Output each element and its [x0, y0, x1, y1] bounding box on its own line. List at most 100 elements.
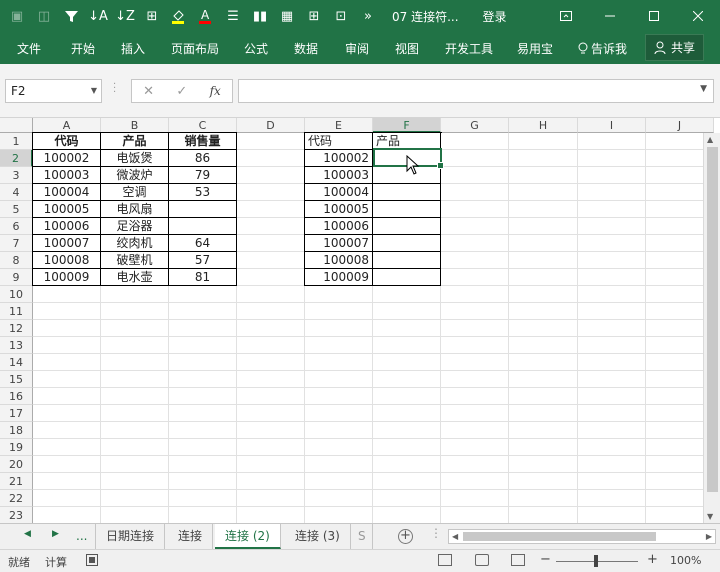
page-break-view-icon[interactable] [511, 554, 525, 566]
row-header[interactable]: 23 [0, 507, 33, 523]
scroll-left-icon[interactable]: ◀ [452, 530, 458, 543]
tab-insert[interactable]: 插入 [121, 40, 145, 57]
macro-record-icon[interactable] [86, 554, 98, 569]
row-header[interactable]: 1 [0, 133, 33, 150]
tell-me-box[interactable]: 告诉我 [578, 40, 627, 57]
table-cell[interactable]: 100004 [305, 184, 373, 201]
column-header-b[interactable]: B [101, 118, 169, 133]
close-icon[interactable] [676, 0, 720, 32]
scroll-right-icon[interactable]: ▶ [706, 530, 712, 543]
column-header-d[interactable]: D [237, 118, 305, 133]
tab-developer[interactable]: 开发工具 [445, 40, 493, 57]
sheet-tab-truncated[interactable]: S [352, 524, 373, 549]
table-cell[interactable] [169, 201, 237, 218]
save-icon[interactable]: ▣ [7, 6, 27, 26]
column-header-e[interactable]: E [305, 118, 373, 133]
table-cell[interactable]: 100005 [305, 201, 373, 218]
tab-review[interactable]: 审阅 [345, 40, 369, 57]
sort-descending-icon[interactable]: ↓Z [115, 6, 135, 26]
select-all-corner[interactable] [0, 118, 33, 133]
row-header[interactable]: 15 [0, 371, 33, 388]
table-cell[interactable]: 100003 [305, 167, 373, 184]
table-cell[interactable]: 100007 [33, 235, 101, 252]
column-header-i[interactable]: I [578, 118, 646, 133]
zoom-level[interactable]: 100% [670, 554, 701, 567]
add-sheet-icon[interactable]: + [398, 529, 413, 544]
tab-ellipsis[interactable]: ... [68, 524, 97, 549]
row-header[interactable]: 10 [0, 286, 33, 303]
row-header[interactable]: 11 [0, 303, 33, 320]
minimize-icon[interactable] [588, 0, 632, 32]
table-header-cell[interactable]: 销售量 [169, 133, 237, 150]
table-cell[interactable]: 电饭煲 [101, 150, 169, 167]
font-color-icon[interactable]: A [196, 6, 216, 26]
merge-cells-icon[interactable]: ▦ [277, 6, 297, 26]
wrap-text-icon[interactable]: ⊡ [331, 6, 351, 26]
table-cell[interactable]: 空调 [101, 184, 169, 201]
table-cell[interactable]: 100009 [305, 269, 373, 286]
share-button[interactable]: 共享 [644, 34, 704, 61]
table-cell[interactable]: 微波炉 [101, 167, 169, 184]
undo-icon[interactable]: ◫ [34, 6, 54, 26]
drag-handle-icon[interactable]: · · · [113, 80, 116, 98]
scroll-down-icon[interactable]: ▼ [707, 512, 713, 521]
row-header[interactable]: 21 [0, 473, 33, 490]
table-header-cell[interactable]: 代码 [33, 133, 101, 150]
maximize-icon[interactable] [632, 0, 676, 32]
sheet-tab-join-3[interactable]: 连接 (3) [285, 524, 351, 549]
table-cell[interactable]: 100002 [33, 150, 101, 167]
chevron-down-icon[interactable]: ▼ [91, 80, 97, 102]
table-cell[interactable]: 100004 [33, 184, 101, 201]
normal-view-icon[interactable] [438, 554, 452, 566]
table-cell[interactable]: 100009 [33, 269, 101, 286]
format-painter-icon[interactable]: ☰ [223, 6, 243, 26]
tab-file[interactable]: 文件 [17, 40, 41, 57]
name-box[interactable]: F2 ▼ [5, 79, 102, 103]
horizontal-scrollbar[interactable]: ◀ ▶ [448, 529, 716, 544]
row-header[interactable]: 14 [0, 354, 33, 371]
status-calculate[interactable]: 计算 [45, 554, 67, 570]
row-header[interactable]: 13 [0, 337, 33, 354]
tab-page-layout[interactable]: 页面布局 [171, 40, 219, 57]
tab-data[interactable]: 数据 [294, 40, 318, 57]
row-header[interactable]: 16 [0, 388, 33, 405]
row-header[interactable]: 19 [0, 439, 33, 456]
table-cell[interactable]: 电水壶 [101, 269, 169, 286]
fill-color-icon[interactable] [169, 6, 189, 26]
table-cell[interactable]: 100006 [305, 218, 373, 235]
row-header[interactable]: 4 [0, 184, 33, 201]
table-header-cell[interactable]: 代码 [305, 133, 373, 150]
row-header[interactable]: 8 [0, 252, 33, 269]
table-cell[interactable]: 100007 [305, 235, 373, 252]
tab-home[interactable]: 开始 [71, 40, 95, 57]
sort-ascending-icon[interactable]: ↓A [88, 6, 108, 26]
column-header-h[interactable]: H [509, 118, 578, 133]
zoom-slider-thumb[interactable] [594, 555, 598, 567]
align-icon[interactable]: ▮▮ [250, 6, 270, 26]
login-link[interactable]: 登录 [483, 8, 507, 25]
row-header[interactable]: 9 [0, 269, 33, 286]
page-layout-view-icon[interactable] [475, 554, 489, 566]
table-header-cell[interactable]: 产品 [101, 133, 169, 150]
table-cell[interactable]: 86 [169, 150, 237, 167]
grid-icon[interactable]: ⊞ [304, 6, 324, 26]
table-cell[interactable] [169, 218, 237, 235]
table-cell[interactable]: 100008 [305, 252, 373, 269]
sheet-tab-date-join[interactable]: 日期连接 [96, 524, 166, 549]
table-cell[interactable]: 100002 [305, 150, 373, 167]
column-header-a[interactable]: A [33, 118, 101, 133]
worksheet-grid[interactable]: ABCDEFGHIJ 1 2 3 4 5 6 7 8 9 10 11 12 13 14 15 16 17 18 19… [0, 118, 720, 523]
row-header[interactable]: 2 [0, 150, 33, 167]
table-cell[interactable]: 足浴器 [101, 218, 169, 235]
table-cell[interactable]: 64 [169, 235, 237, 252]
insert-function-button[interactable]: fx [210, 84, 221, 98]
row-header[interactable]: 7 [0, 235, 33, 252]
table-cell[interactable]: 100008 [33, 252, 101, 269]
filter-icon[interactable] [61, 6, 81, 26]
table-cell[interactable]: 81 [169, 269, 237, 286]
tab-prev-icon[interactable]: ◀ [24, 529, 31, 539]
table-cell[interactable]: 绞肉机 [101, 235, 169, 252]
ribbon-display-icon[interactable] [544, 0, 588, 32]
row-header[interactable]: 5 [0, 201, 33, 218]
table-cell[interactable] [373, 218, 441, 235]
